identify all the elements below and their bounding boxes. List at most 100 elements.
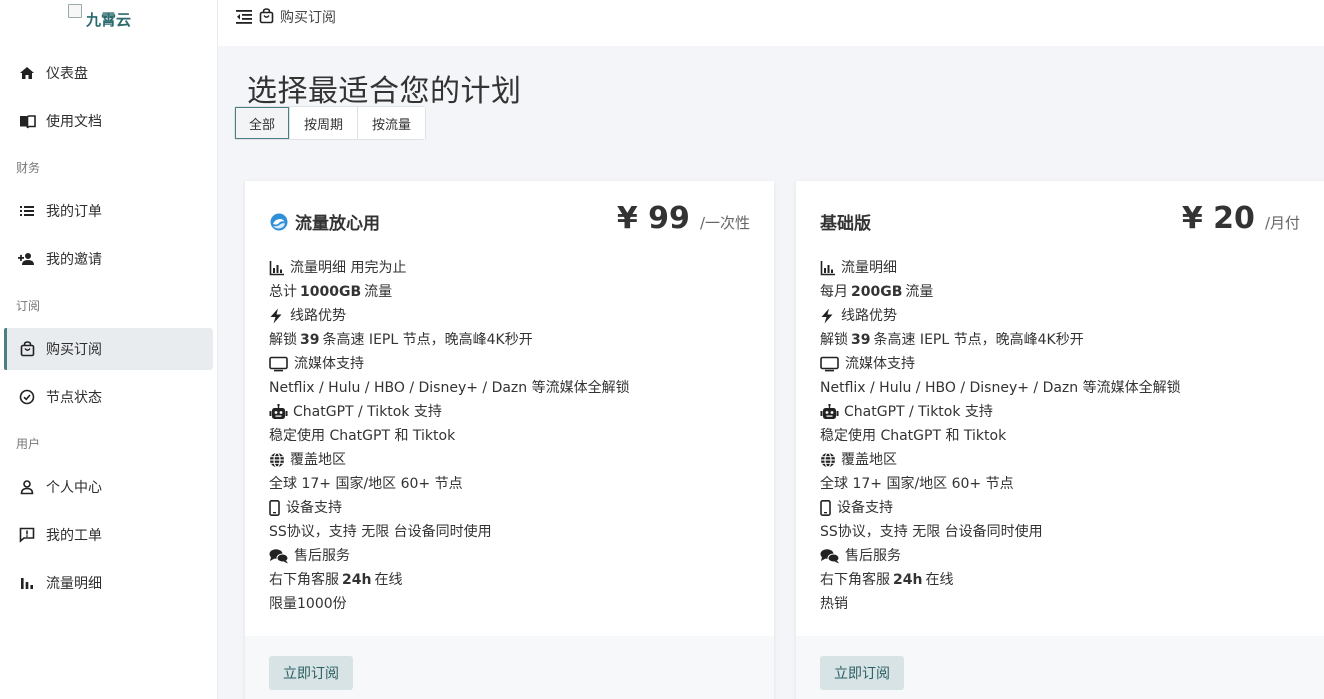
price-block: ¥ 99 /一次性 [617,201,750,236]
robot-icon [269,404,288,420]
breadcrumb: 购买订阅 [280,10,336,26]
plan-period: /月付 [1264,214,1300,232]
lightning-icon [269,308,285,324]
phone-icon [269,500,281,516]
sidebar-item-profile[interactable]: 个人中心 [4,466,213,508]
feature-region: 全球 17+ 国家/地区 60+ 节点 [269,476,463,492]
plan-price: ¥ 20 [1181,201,1255,236]
chart-icon [269,260,285,276]
plan-card: 基础版 ¥ 20 /月付 流量明细 每月 200GB 流量 线路优势 解锁 39 条高速… [796,181,1324,699]
feature-support: 右下角客服 24h 在线 [820,572,954,588]
globe-icon [269,452,285,468]
sidebar-item-label: 我的邀请 [46,252,102,268]
check-circle-icon [18,388,36,406]
lightning-icon [820,308,836,324]
feature-traffic: 总计 1000GB 流量 [269,284,393,300]
feature-heading-region: 覆盖地区 [269,448,764,472]
phone-icon [820,500,832,516]
plan-filter-group: 全部 按周期 按流量 [234,106,427,140]
bar-chart-icon [18,574,36,592]
globe-icon [820,452,836,468]
feature-heading-support: 售后服务 [269,544,764,568]
sidebar-item-dashboard[interactable]: 仪表盘 [4,52,213,94]
plan-footer: 立即订阅 [796,636,1324,699]
price-block: ¥ 20 /月付 [1182,201,1300,236]
feature-heading-streaming: 流媒体支持 [820,352,1324,376]
sidebar-item-traffic[interactable]: 流量明细 [4,562,213,604]
sidebar-item-label: 流量明细 [46,576,102,592]
list-icon [18,202,36,220]
feature-heading-traffic: 流量明细 用完为止 [269,256,764,280]
sidebar-item-docs[interactable]: 使用文档 [4,100,213,142]
sidebar-item-label: 我的工单 [46,528,102,544]
subscribe-button[interactable]: 立即订阅 [269,656,353,690]
feature-region: 全球 17+ 国家/地区 60+ 节点 [820,476,1014,492]
feature-heading-route: 线路优势 [269,304,764,328]
sidebar-item-label: 我的订单 [46,204,102,220]
feature-streaming: Netflix / Hulu / HBO / Disney+ / Dazn 等流… [820,380,1181,396]
chart-icon [820,260,836,276]
feature-list: 流量明细 用完为止 总计 1000GB 流量 线路优势 解锁 39 条高速 IEPL 节… [269,256,764,616]
brand-name: 九霄云 [86,11,132,29]
feature-heading-device: 设备支持 [820,496,1324,520]
sidebar-item-invites[interactable]: 我的邀请 [4,238,213,280]
person-icon [18,478,36,496]
feedback-icon [18,526,36,544]
feature-route: 解锁 39 条高速 IEPL 节点，晚高峰4K秒开 [820,332,1084,348]
feature-device: SS协议，支持 无限 台设备同时使用 [269,524,492,540]
sidebar-item-label: 节点状态 [46,390,102,406]
feature-heading-support: 售后服务 [820,544,1324,568]
monitor-icon [820,356,840,372]
nav-section-subscription: 订阅 [16,299,41,313]
nav-section-user: 用户 [16,437,41,451]
sidebar-item-label: 购买订阅 [46,342,102,358]
feature-list: 流量明细 每月 200GB 流量 线路优势 解锁 39 条高速 IEPL 节点，晚高峰4… [820,256,1324,616]
shopping-bag-icon [259,8,275,24]
plan-header: 基础版 [820,209,871,234]
shopping-bag-icon [18,340,36,358]
filter-by-traffic-button[interactable]: 按流量 [358,107,426,139]
chat-bubbles-icon [269,548,289,564]
plan-header: 流量放心用 [269,209,380,234]
sidebar-item-label: 仪表盘 [46,66,88,82]
feature-extra: 限量1000份 [269,596,347,612]
subscribe-button[interactable]: 立即订阅 [820,656,904,690]
feature-heading-region: 覆盖地区 [820,448,1324,472]
robot-icon [820,404,839,420]
brand-logo[interactable]: 九霄云 [68,2,131,30]
plan-name: 基础版 [820,214,871,234]
feature-heading-route: 线路优势 [820,304,1324,328]
feature-ai: 稳定使用 ChatGPT 和 Tiktok [820,428,1007,444]
sidebar-item-tickets[interactable]: 我的工单 [4,514,213,556]
plan-period: /一次性 [699,214,750,232]
plan-footer: 立即订阅 [245,636,774,699]
menu-collapse-icon[interactable] [235,8,253,26]
feature-heading-device: 设备支持 [269,496,764,520]
feature-heading-streaming: 流媒体支持 [269,352,764,376]
feature-device: SS协议，支持 无限 台设备同时使用 [820,524,1043,540]
feature-heading-ai: ChatGPT / Tiktok 支持 [269,400,764,424]
chat-bubbles-icon [820,548,840,564]
sidebar-item-node-status[interactable]: 节点状态 [4,376,213,418]
page-title: 选择最适合您的计划 [247,74,522,109]
plan-price: ¥ 99 [616,201,690,236]
sidebar: 九霄云 仪表盘 使用文档 财务 我的订单 我的邀请 订阅 购买订阅 节点状态 用… [0,0,218,699]
feature-route: 解锁 39 条高速 IEPL 节点，晚高峰4K秒开 [269,332,533,348]
sidebar-item-orders[interactable]: 我的订单 [4,190,213,232]
feature-support: 右下角客服 24h 在线 [269,572,403,588]
sidebar-item-buy-subscription[interactable]: 购买订阅 [4,328,213,370]
feature-traffic: 每月 200GB 流量 [820,284,934,300]
broken-image-icon [68,4,82,18]
feature-ai: 稳定使用 ChatGPT 和 Tiktok [269,428,456,444]
sidebar-item-label: 使用文档 [46,114,102,130]
feature-heading-traffic: 流量明细 [820,256,1324,280]
monitor-icon [269,356,289,372]
nav-section-finance: 财务 [16,161,41,175]
filter-all-button[interactable]: 全部 [235,107,291,139]
plan-card: 流量放心用 ¥ 99 /一次性 流量明细 用完为止 总计 1000GB 流量 线路优… [245,181,774,699]
book-icon [18,112,36,130]
plan-name: 流量放心用 [295,214,380,234]
filter-by-period-button[interactable]: 按周期 [290,107,359,139]
top-bar: 购买订阅 [218,0,1324,46]
feature-extra: 热销 [820,596,848,612]
